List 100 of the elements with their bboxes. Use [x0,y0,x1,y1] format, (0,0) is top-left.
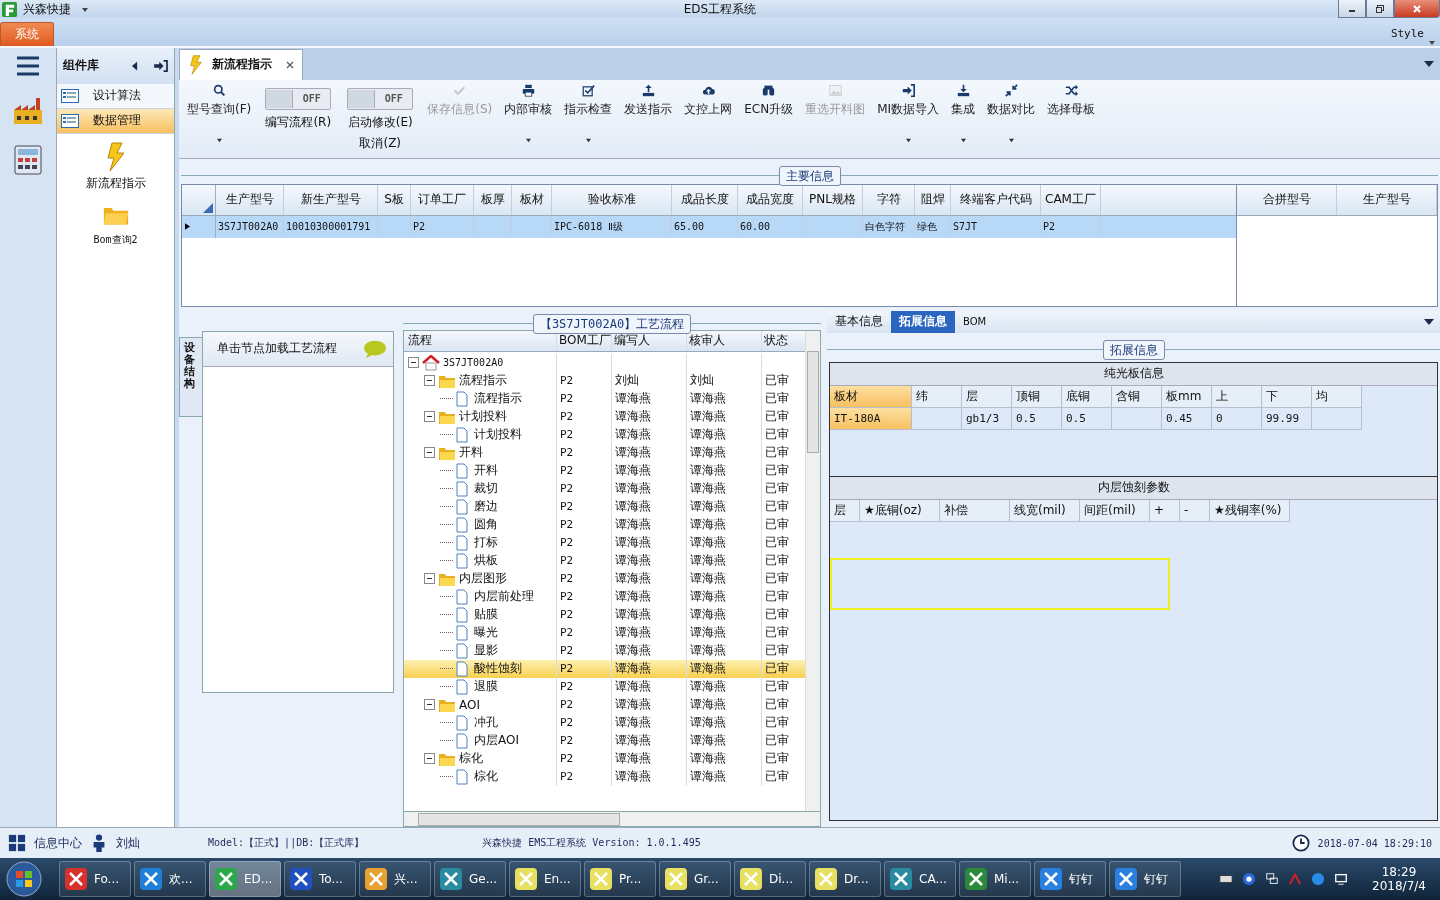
taskbar-button[interactable]: 兴... [359,861,431,898]
caret-icon[interactable] [1007,137,1015,143]
column-header[interactable]: 均 [1312,385,1362,408]
upload-icon[interactable] [641,83,655,97]
column-header[interactable]: 板mm [1162,385,1212,408]
column-header[interactable]: 板材 [830,385,912,408]
column-header[interactable]: 生产型号 [1337,184,1437,215]
minimize-button[interactable] [1338,0,1366,18]
column-header[interactable]: 层 [962,385,1012,408]
taskbar-button[interactable]: Fo... [59,861,131,898]
caret-left-icon[interactable] [131,60,138,71]
dropdown-icon[interactable] [81,5,89,13]
column-header[interactable]: 板材 [512,184,552,215]
tree-row[interactable]: 酸性蚀刻 P2 谭海燕 谭海燕 已审 [404,659,805,678]
tree-row[interactable]: 显影 P2 谭海燕 谭海燕 已审 [404,641,805,660]
expander-icon[interactable] [424,447,435,459]
pin-icon[interactable] [154,59,168,72]
monitor-icon[interactable] [1334,872,1348,887]
taskbar-button[interactable]: 钉钉 [1109,861,1181,898]
dropdown-icon[interactable] [1424,317,1434,326]
expander-icon[interactable] [408,357,419,369]
toolbar-button[interactable]: 选择母板 [1043,83,1100,118]
tree-row[interactable]: 棕化 P2 谭海燕 谭海燕 已审 [404,767,805,786]
column-header[interactable]: 上 [1212,385,1262,408]
sign-in-icon[interactable] [901,83,915,97]
app-icon[interactable] [364,867,388,892]
scrollbar[interactable] [403,811,821,828]
toolbar-button[interactable]: ECN升级 [740,83,798,118]
tree-row[interactable]: 流程指示 P2 刘灿 刘灿 已审 [404,371,805,390]
app-icon[interactable] [664,867,688,892]
column-header[interactable]: 成品宽度 [738,184,803,215]
taskbar-button[interactable]: ED... [209,861,281,898]
column-header[interactable]: - [1180,499,1210,522]
toolbar-button[interactable]: MI数据导入 [873,83,944,143]
vertical-tab[interactable]: 设备结构 [179,336,202,417]
tree-row[interactable]: 贴膜 P2 谭海燕 谭海燕 已审 [404,605,805,624]
column-header[interactable]: PNL规格 [803,184,863,215]
tool-label[interactable]: Bom查询2 [93,232,138,247]
column-header[interactable]: 含铜 [1112,385,1162,408]
column-header[interactable]: 合拼型号 [1237,184,1337,215]
column-header[interactable]: 终端客户代码 [951,184,1041,215]
caret-icon[interactable] [215,137,223,143]
info-center-link[interactable]: 信息中心 [34,834,82,852]
tree-row[interactable]: 内层前处理 P2 谭海燕 谭海燕 已审 [404,587,805,606]
list-icon[interactable] [61,88,79,103]
tree-row[interactable]: 内层图形 P2 谭海燕 谭海燕 已审 [404,569,805,588]
style-menu[interactable]: Style [1390,26,1424,40]
app-icon[interactable] [289,867,313,892]
taskbar-button[interactable]: Di... [734,861,806,898]
taskbar-button[interactable]: 欢... [134,861,206,898]
taskbar-button[interactable]: Mi... [959,861,1031,898]
column-header[interactable]: 层 [830,499,860,522]
taskbar-button[interactable]: Pr... [584,861,656,898]
compress-icon[interactable] [1004,83,1018,97]
close-icon[interactable] [286,60,294,69]
toolbar-button[interactable]: 型号查询(F) [183,83,256,143]
column-header[interactable]: + [1150,499,1180,522]
tree-row[interactable]: 圆角 P2 谭海燕 谭海燕 已审 [404,515,805,534]
tree-row[interactable]: 烘板 P2 谭海燕 谭海燕 已审 [404,551,805,570]
toolbar-button[interactable]: 集成 [947,83,980,143]
taskbar-button[interactable]: Ge... [434,861,506,898]
column-header[interactable]: ★残铜率(%) [1210,499,1290,522]
list-icon[interactable] [61,113,79,128]
expander-icon[interactable] [424,699,435,711]
tree-row[interactable]: 内层AOI P2 谭海燕 谭海燕 已审 [404,731,805,750]
taskbar-button[interactable]: 钉钉 [1034,861,1106,898]
column-header[interactable]: S板 [378,184,411,215]
toggle-switch[interactable]: OFF [347,87,414,110]
expander-icon[interactable] [424,753,435,765]
taskbar-time[interactable]: 18:29 [1381,865,1417,880]
column-header[interactable]: 底铜 [1062,385,1112,408]
toolbar-button[interactable]: 内部审核 [500,83,557,143]
column-header[interactable]: CAM工厂 [1041,184,1101,215]
column-header[interactable]: 订单工厂 [411,184,474,215]
column-header[interactable]: 纬 [912,385,962,408]
caret-icon[interactable] [524,137,532,143]
taskbar-button[interactable]: Dr... [809,861,881,898]
column-header[interactable]: 阻焊 [915,184,951,215]
app-icon[interactable] [439,867,463,892]
toggle-switch[interactable]: OFF [265,87,332,110]
tree-row[interactable]: 冲孔 P2 谭海燕 谭海燕 已审 [404,713,805,732]
column-header[interactable]: 验收标准 [552,184,672,215]
panel-tab[interactable]: 基本信息 [827,310,891,333]
app-icon[interactable] [64,867,88,892]
column-header[interactable]: ★底铜(oz) [860,499,940,522]
tree-row[interactable]: 退膜 P2 谭海燕 谭海燕 已审 [404,677,805,696]
toolbar-button[interactable]: 文控上网 [680,83,737,118]
checkbox-icon[interactable] [581,83,595,97]
search-icon[interactable] [212,83,226,97]
app-icon[interactable] [514,867,538,892]
column-header[interactable]: 间距(mil) [1080,499,1150,522]
menu-icon[interactable] [16,55,40,76]
column-header[interactable]: 流程 [404,330,557,351]
column-header[interactable]: 成品长度 [672,184,738,215]
expander-icon[interactable] [424,573,435,585]
column-header[interactable]: 补偿 [940,499,1010,522]
caret-icon[interactable] [904,137,912,143]
expander-icon[interactable] [424,375,435,387]
expander-icon[interactable] [424,411,435,423]
tree-row[interactable]: AOI P2 谭海燕 谭海燕 已审 [404,695,805,714]
